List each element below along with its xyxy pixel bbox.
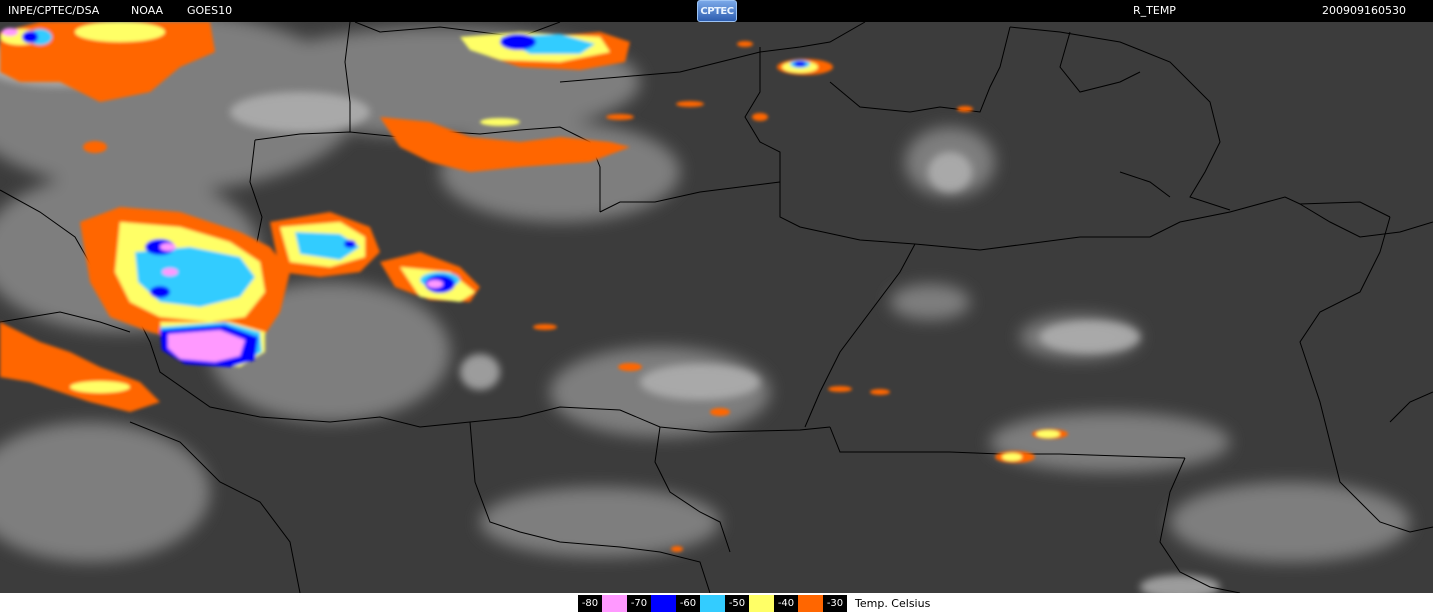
header-bar: INPE/CPTEC/DSA NOAA GOES10 CPTEC R_TEMP … [0,0,1433,22]
product-label: R_TEMP [1133,4,1176,17]
legend-value: -30 [823,595,847,612]
timestamp-label: 200909160530 [1322,4,1406,17]
cptec-logo: CPTEC [697,0,737,22]
satellite-label: GOES10 [187,4,233,17]
satellite-map [0,12,1433,599]
source-label: INPE/CPTEC/DSA [8,4,100,17]
legend-value: -60 [676,595,700,612]
legend-value: -80 [578,595,602,612]
legend-value: -70 [627,595,651,612]
satellite-viewer: INPE/CPTEC/DSA NOAA GOES10 CPTEC R_TEMP … [0,0,1433,614]
legend-swatch [651,595,676,612]
legend-swatch [602,595,627,612]
legend-swatch [749,595,774,612]
legend-value: -40 [774,595,798,612]
agency-label: NOAA [131,4,164,17]
logo-text: CPTEC [700,5,734,17]
temperature-legend: -80 -70 -60 -50 -40 -30 Temp. Celsius [578,595,930,612]
legend-unit: Temp. Celsius [855,597,931,610]
legend-swatch [798,595,823,612]
legend-value: -50 [725,595,749,612]
legend-swatch [700,595,725,612]
map-svg [0,12,1433,599]
